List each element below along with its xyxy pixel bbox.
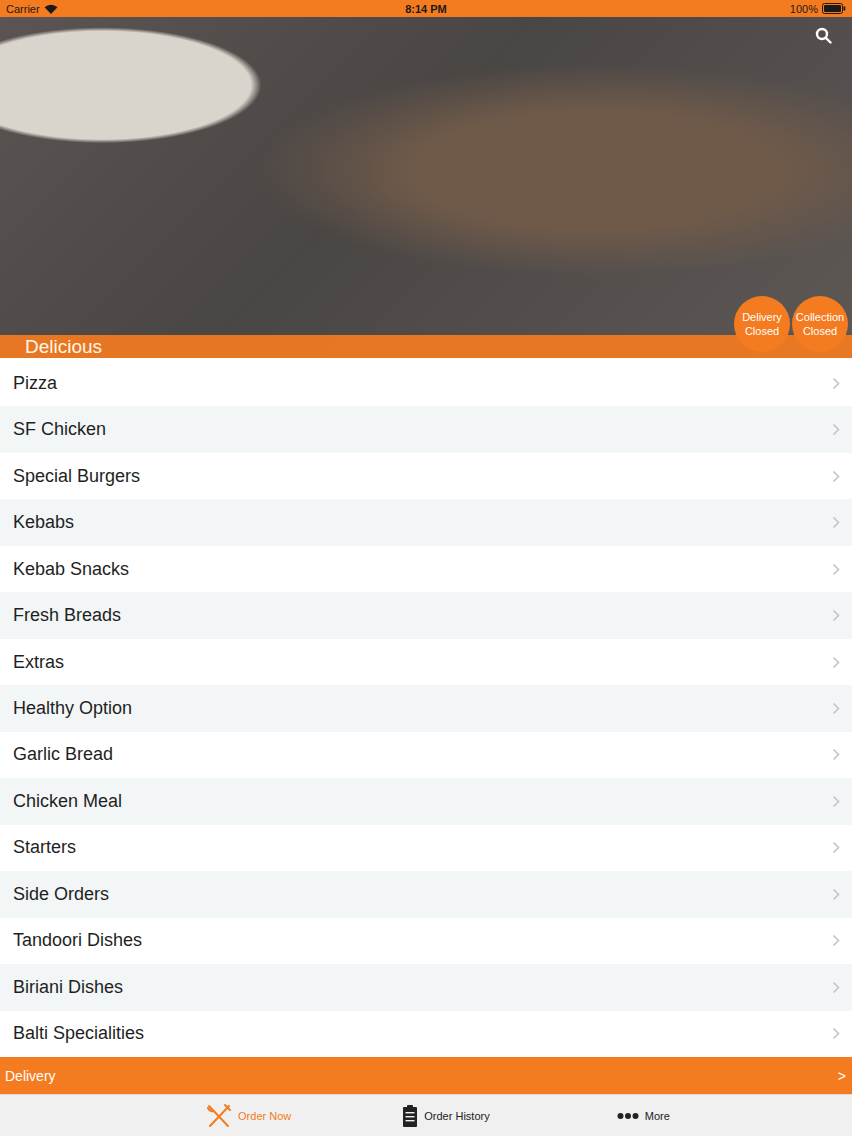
status-left: Carrier [6,3,405,15]
chevron-right-icon [832,841,840,854]
battery-icon [822,3,846,14]
category-label: Special Burgers [13,466,140,487]
tab-bar: Order NowOrder HistoryMore [0,1094,852,1136]
fork-knife-icon [206,1103,232,1129]
category-label: Garlic Bread [13,744,113,765]
chevron-right-icon [832,1027,840,1040]
status-time: 8:14 PM [405,3,447,15]
category-row[interactable]: Pizza [0,360,852,406]
category-row[interactable]: Tandoori Dishes [0,918,852,964]
carrier-label: Carrier [6,3,40,15]
order-type-bar[interactable]: Delivery> [0,1057,852,1094]
status-badges: DeliveryClosedCollectionClosed [734,296,848,352]
category-row[interactable]: Side Orders [0,871,852,917]
search-icon [815,27,832,44]
category-row[interactable]: Healthy Option [0,685,852,731]
chevron-right-icon [832,377,840,390]
chevron-right-icon [832,702,840,715]
category-row[interactable]: Balti Specialities [0,1011,852,1057]
chevron-right-icon [832,795,840,808]
category-row[interactable]: Special Burgers [0,453,852,499]
chevron-right-icon [832,888,840,901]
hero-banner: Delicious DeliveryClosedCollectionClosed [0,17,852,358]
restaurant-title: Delicious [25,335,102,358]
category-label: Starters [13,837,76,858]
category-label: Tandoori Dishes [13,930,142,951]
tab-item[interactable]: Order Now [150,1103,347,1129]
category-list: Pizza SF Chicken Special Burgers Kebabs Keba… [0,358,852,1057]
chevron-right-icon [832,748,840,761]
category-label: Extras [13,652,64,673]
app-screen: Carrier 8:14 PM 100% Delicious DeliveryClose… [0,0,852,1136]
category-label: Kebab Snacks [13,559,129,580]
status-badge: DeliveryClosed [734,296,790,352]
wifi-icon [44,4,58,14]
category-label: Fresh Breads [13,605,121,626]
chevron-right-icon [832,516,840,529]
category-label: Kebabs [13,512,74,533]
title-strip: Delicious [0,335,852,358]
hero-photo [0,17,852,335]
search-button[interactable] [815,27,832,44]
status-right: 100% [447,3,846,15]
chevron-right-icon [832,656,840,669]
status-badge: CollectionClosed [792,296,848,352]
category-row[interactable]: Starters [0,825,852,871]
status-bar: Carrier 8:14 PM 100% [0,0,852,17]
category-label: Healthy Option [13,698,132,719]
chevron-right-icon [832,934,840,947]
category-label: Chicken Meal [13,791,122,812]
category-row[interactable]: Garlic Bread [0,732,852,778]
tab-item[interactable]: Order History [347,1104,544,1128]
category-row[interactable]: SF Chicken [0,406,852,452]
category-label: Biriani Dishes [13,977,123,998]
category-row[interactable]: Extras [0,639,852,685]
chevron-right-icon [832,423,840,436]
category-label: Balti Specialities [13,1023,144,1044]
category-row[interactable]: Kebabs [0,499,852,545]
chevron-right-icon [832,563,840,576]
category-label: Pizza [13,373,57,394]
clipboard-icon [402,1104,418,1128]
chevron-right-icon [832,981,840,994]
category-label: SF Chicken [13,419,106,440]
category-row[interactable]: Kebab Snacks [0,546,852,592]
battery-label: 100% [790,3,818,15]
category-label: Side Orders [13,884,109,905]
category-row[interactable]: Fresh Breads [0,592,852,638]
chevron-right-icon [832,470,840,483]
category-row[interactable]: Chicken Meal [0,778,852,824]
tab-item[interactable]: More [545,1110,742,1122]
category-row[interactable]: Biriani Dishes [0,964,852,1010]
more-dots-icon [617,1112,639,1120]
chevron-right-icon [832,609,840,622]
